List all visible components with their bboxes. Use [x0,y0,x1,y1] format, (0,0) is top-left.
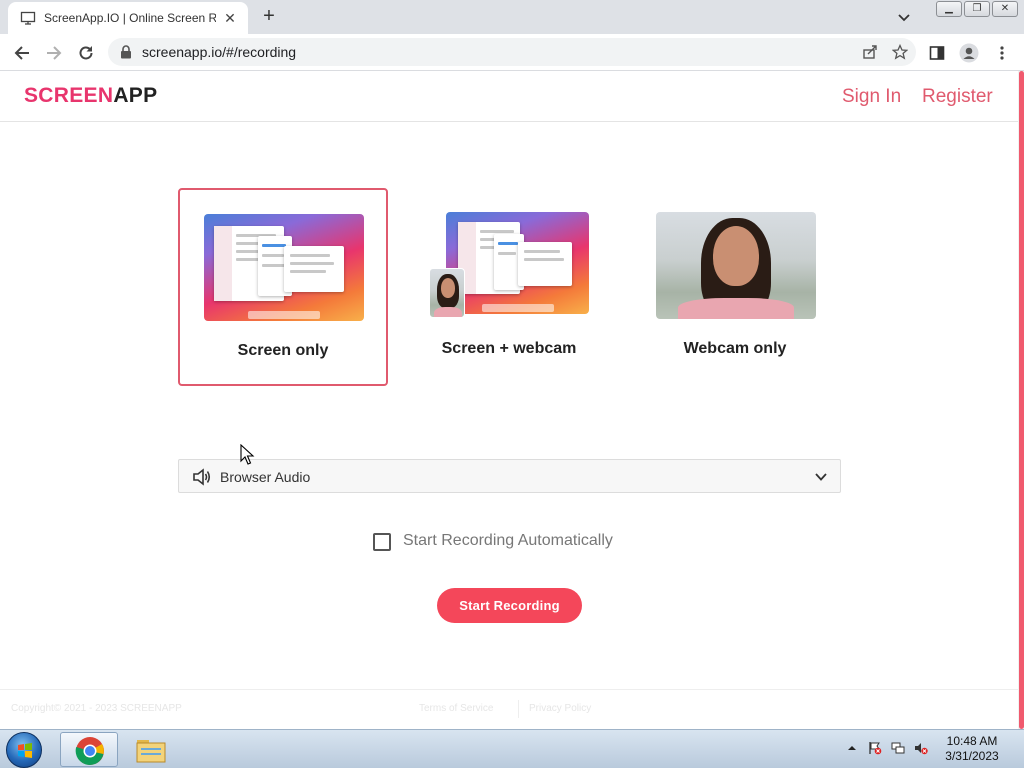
auto-start-label[interactable]: Start Recording Automatically [403,532,613,550]
mode-card-screen-only[interactable]: Screen only [178,188,388,386]
reload-icon [79,46,93,60]
audio-source-select[interactable]: Browser Audio [178,459,841,493]
sign-in-link[interactable]: Sign In [842,86,901,108]
browser-tab-active[interactable]: ScreenApp.IO | Online Screen Re ✕ [8,2,248,34]
clock-time: 10:48 AM [946,734,998,748]
browser-tabstrip: ScreenApp.IO | Online Screen Re ✕ + ▁ ❐ … [0,0,1024,34]
close-window-button[interactable]: ✕ [992,1,1018,17]
new-tab-button[interactable]: + [258,6,280,28]
lock-icon[interactable] [120,45,132,59]
thumbnail-window [518,242,572,286]
start-recording-button[interactable]: Start Recording [437,588,582,623]
logo-part-screen: SCREEN [24,84,114,107]
mode-card-webcam-only[interactable]: Webcam only [630,188,840,386]
register-link[interactable]: Register [922,86,993,108]
monitor-icon [20,11,36,25]
share-icon[interactable] [862,44,878,60]
profile-button[interactable] [958,42,980,64]
profile-avatar-icon [959,43,979,63]
clock-date: 3/31/2023 [945,749,999,763]
reload-button[interactable] [75,42,97,64]
screen-webcam-thumbnail [446,212,589,314]
browser-menu-button[interactable] [991,42,1013,64]
forward-button[interactable] [43,42,65,64]
audio-source-value: Browser Audio [220,469,311,485]
chrome-icon [75,737,104,765]
back-arrow-icon [14,46,29,60]
minimize-button[interactable]: ▁ [936,1,962,17]
mode-card-screen-webcam[interactable]: Screen + webcam [404,188,614,386]
bookmark-star-icon[interactable] [892,44,908,60]
footer-copyright: Copyright© 2021 - 2023 SCREENAPP [11,703,182,714]
system-clock[interactable]: 10:48 AM 3/31/2023 [940,734,1004,764]
page-scrollbar[interactable] [1018,71,1024,729]
terms-link[interactable]: Terms of Service [419,703,493,714]
volume-muted-icon[interactable] [914,741,928,755]
browser-toolbar: screenapp.io/#/recording [0,34,1024,71]
logo-part-app: APP [113,84,158,107]
chevron-down-icon [815,473,827,481]
mode-label: Screen only [237,342,329,359]
site-footer: Copyright© 2021 - 2023 SCREENAPP Terms o… [0,689,1018,729]
screenapp-logo[interactable]: SCREENAPP [24,84,157,108]
window-controls: ▁ ❐ ✕ [936,1,1018,17]
speaker-icon [193,468,211,486]
kebab-menu-icon [1000,46,1004,60]
scrollbar-thumb[interactable] [1019,71,1024,729]
folder-icon [136,740,166,763]
page-content: SCREENAPP Sign In Register Screen only S… [0,71,1018,729]
mouse-cursor-icon [240,444,255,465]
forward-arrow-icon [47,46,62,60]
show-hidden-icons-icon[interactable] [845,741,859,755]
footer-divider [518,700,519,718]
restore-button[interactable]: ❐ [964,1,990,17]
address-bar[interactable]: screenapp.io/#/recording [108,38,916,66]
windows-logo-icon [18,743,32,758]
auto-start-checkbox[interactable] [373,533,391,551]
taskbar-file-explorer[interactable] [122,732,180,767]
side-panel-icon [929,46,945,60]
tab-close-icon[interactable]: ✕ [222,10,238,26]
webcam-overlay-thumbnail [429,268,465,318]
thumbnail-dock [481,304,554,312]
mode-label: Screen + webcam [441,340,577,357]
mode-label: Webcam only [683,340,787,357]
os-taskbar: 10:48 AM 3/31/2023 [0,729,1024,768]
screen-only-thumbnail [204,214,364,321]
privacy-link[interactable]: Privacy Policy [529,703,591,714]
tab-title: ScreenApp.IO | Online Screen Re [44,11,216,25]
taskbar-chrome[interactable] [60,732,118,767]
thumbnail-window [284,246,344,292]
tab-search-chevron-icon[interactable] [896,9,912,25]
thumbnail-dock [248,311,320,319]
windows-start-button[interactable] [6,732,42,768]
url-text: screenapp.io/#/recording [142,44,297,60]
site-header: SCREENAPP Sign In Register [0,71,1018,122]
webcam-only-thumbnail [656,212,816,319]
side-panel-button[interactable] [926,42,948,64]
back-button[interactable] [11,42,33,64]
action-center-flag-icon[interactable] [868,741,882,755]
network-icon[interactable] [891,741,905,755]
